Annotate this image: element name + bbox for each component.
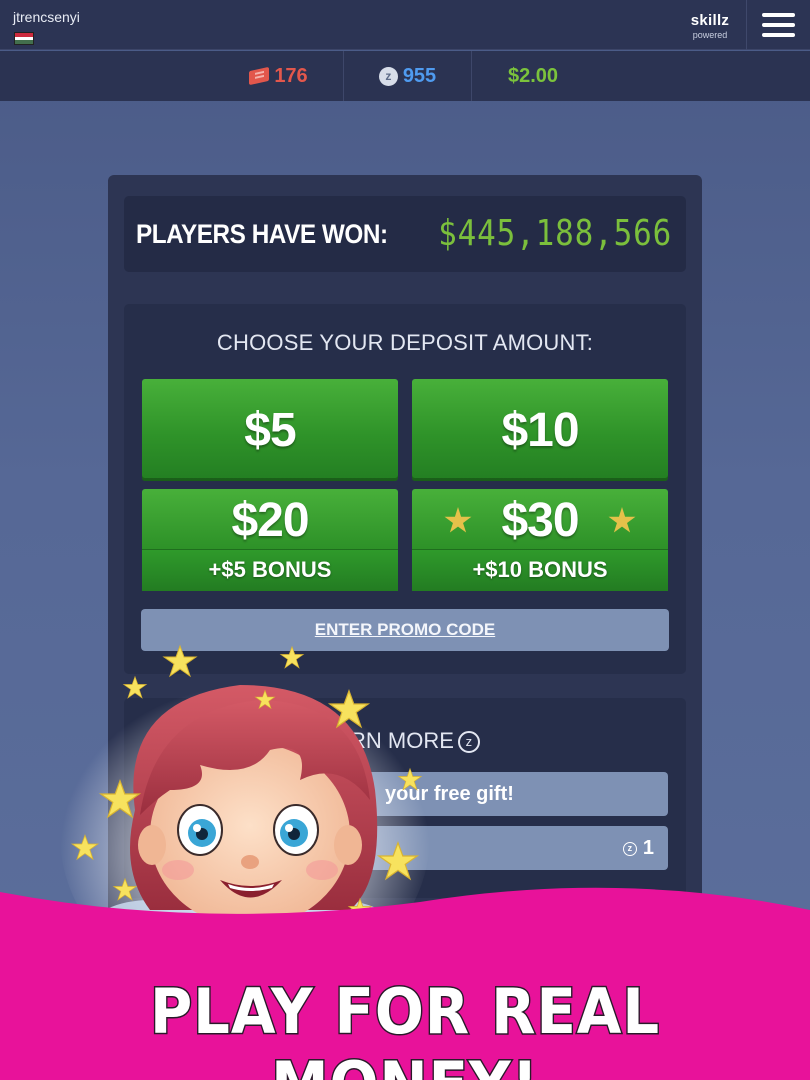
username[interactable]: jtrencsenyi [13,9,80,25]
z-coin-icon: z [622,842,637,856]
z-coins-balance[interactable]: z 955 [343,51,472,101]
tickets-balance[interactable]: 176 [215,51,342,101]
deposit-amount: $10 [501,403,579,457]
deposit-5-button[interactable]: $5 [142,379,398,481]
deposit-30-button[interactable]: $30 +$10 BONUS [412,489,668,591]
hungary-flag-icon [14,32,34,45]
currency-bar: 176 z 955 $2.00 [0,51,810,101]
brand-sub: powered [692,30,728,40]
deposit-amount: $20 [231,494,309,547]
bonus-label: +$5 BONUS [142,549,398,591]
cash-value: $2.00 [507,64,559,87]
z-coin-icon: z [457,731,480,753]
z-coin-icon: z [378,66,398,86]
deposit-20-button[interactable]: $20 +$5 BONUS [142,489,398,591]
skillz-logo: skillz powered [684,12,736,40]
ticket-icon [249,66,270,86]
top-bar: jtrencsenyi skillz powered [0,0,810,50]
deposit-10-button[interactable]: $10 [412,379,668,481]
cash-balance[interactable]: $2.00 [473,51,593,101]
brand-name: skillz [690,12,730,29]
winnings-amount: $445,188,566 [437,213,672,254]
z-coins-value: 955 [402,64,437,87]
tickets-value: 176 [274,64,308,87]
promo-banner-text: PLAY FOR REAL MONEY! [149,974,661,1080]
hamburger-icon [762,13,795,17]
winnings-label: PLAYERS HAVE WON: [136,219,388,249]
z-reward-value: 1 [642,837,654,859]
hamburger-menu-button[interactable] [746,0,810,50]
deposit-title: CHOOSE YOUR DEPOSIT AMOUNT: [216,330,594,355]
deposit-amount: $5 [244,403,296,457]
winnings-box: PLAYERS HAVE WON: $445,188,566 [124,196,686,272]
bonus-label: +$10 BONUS [412,549,668,591]
